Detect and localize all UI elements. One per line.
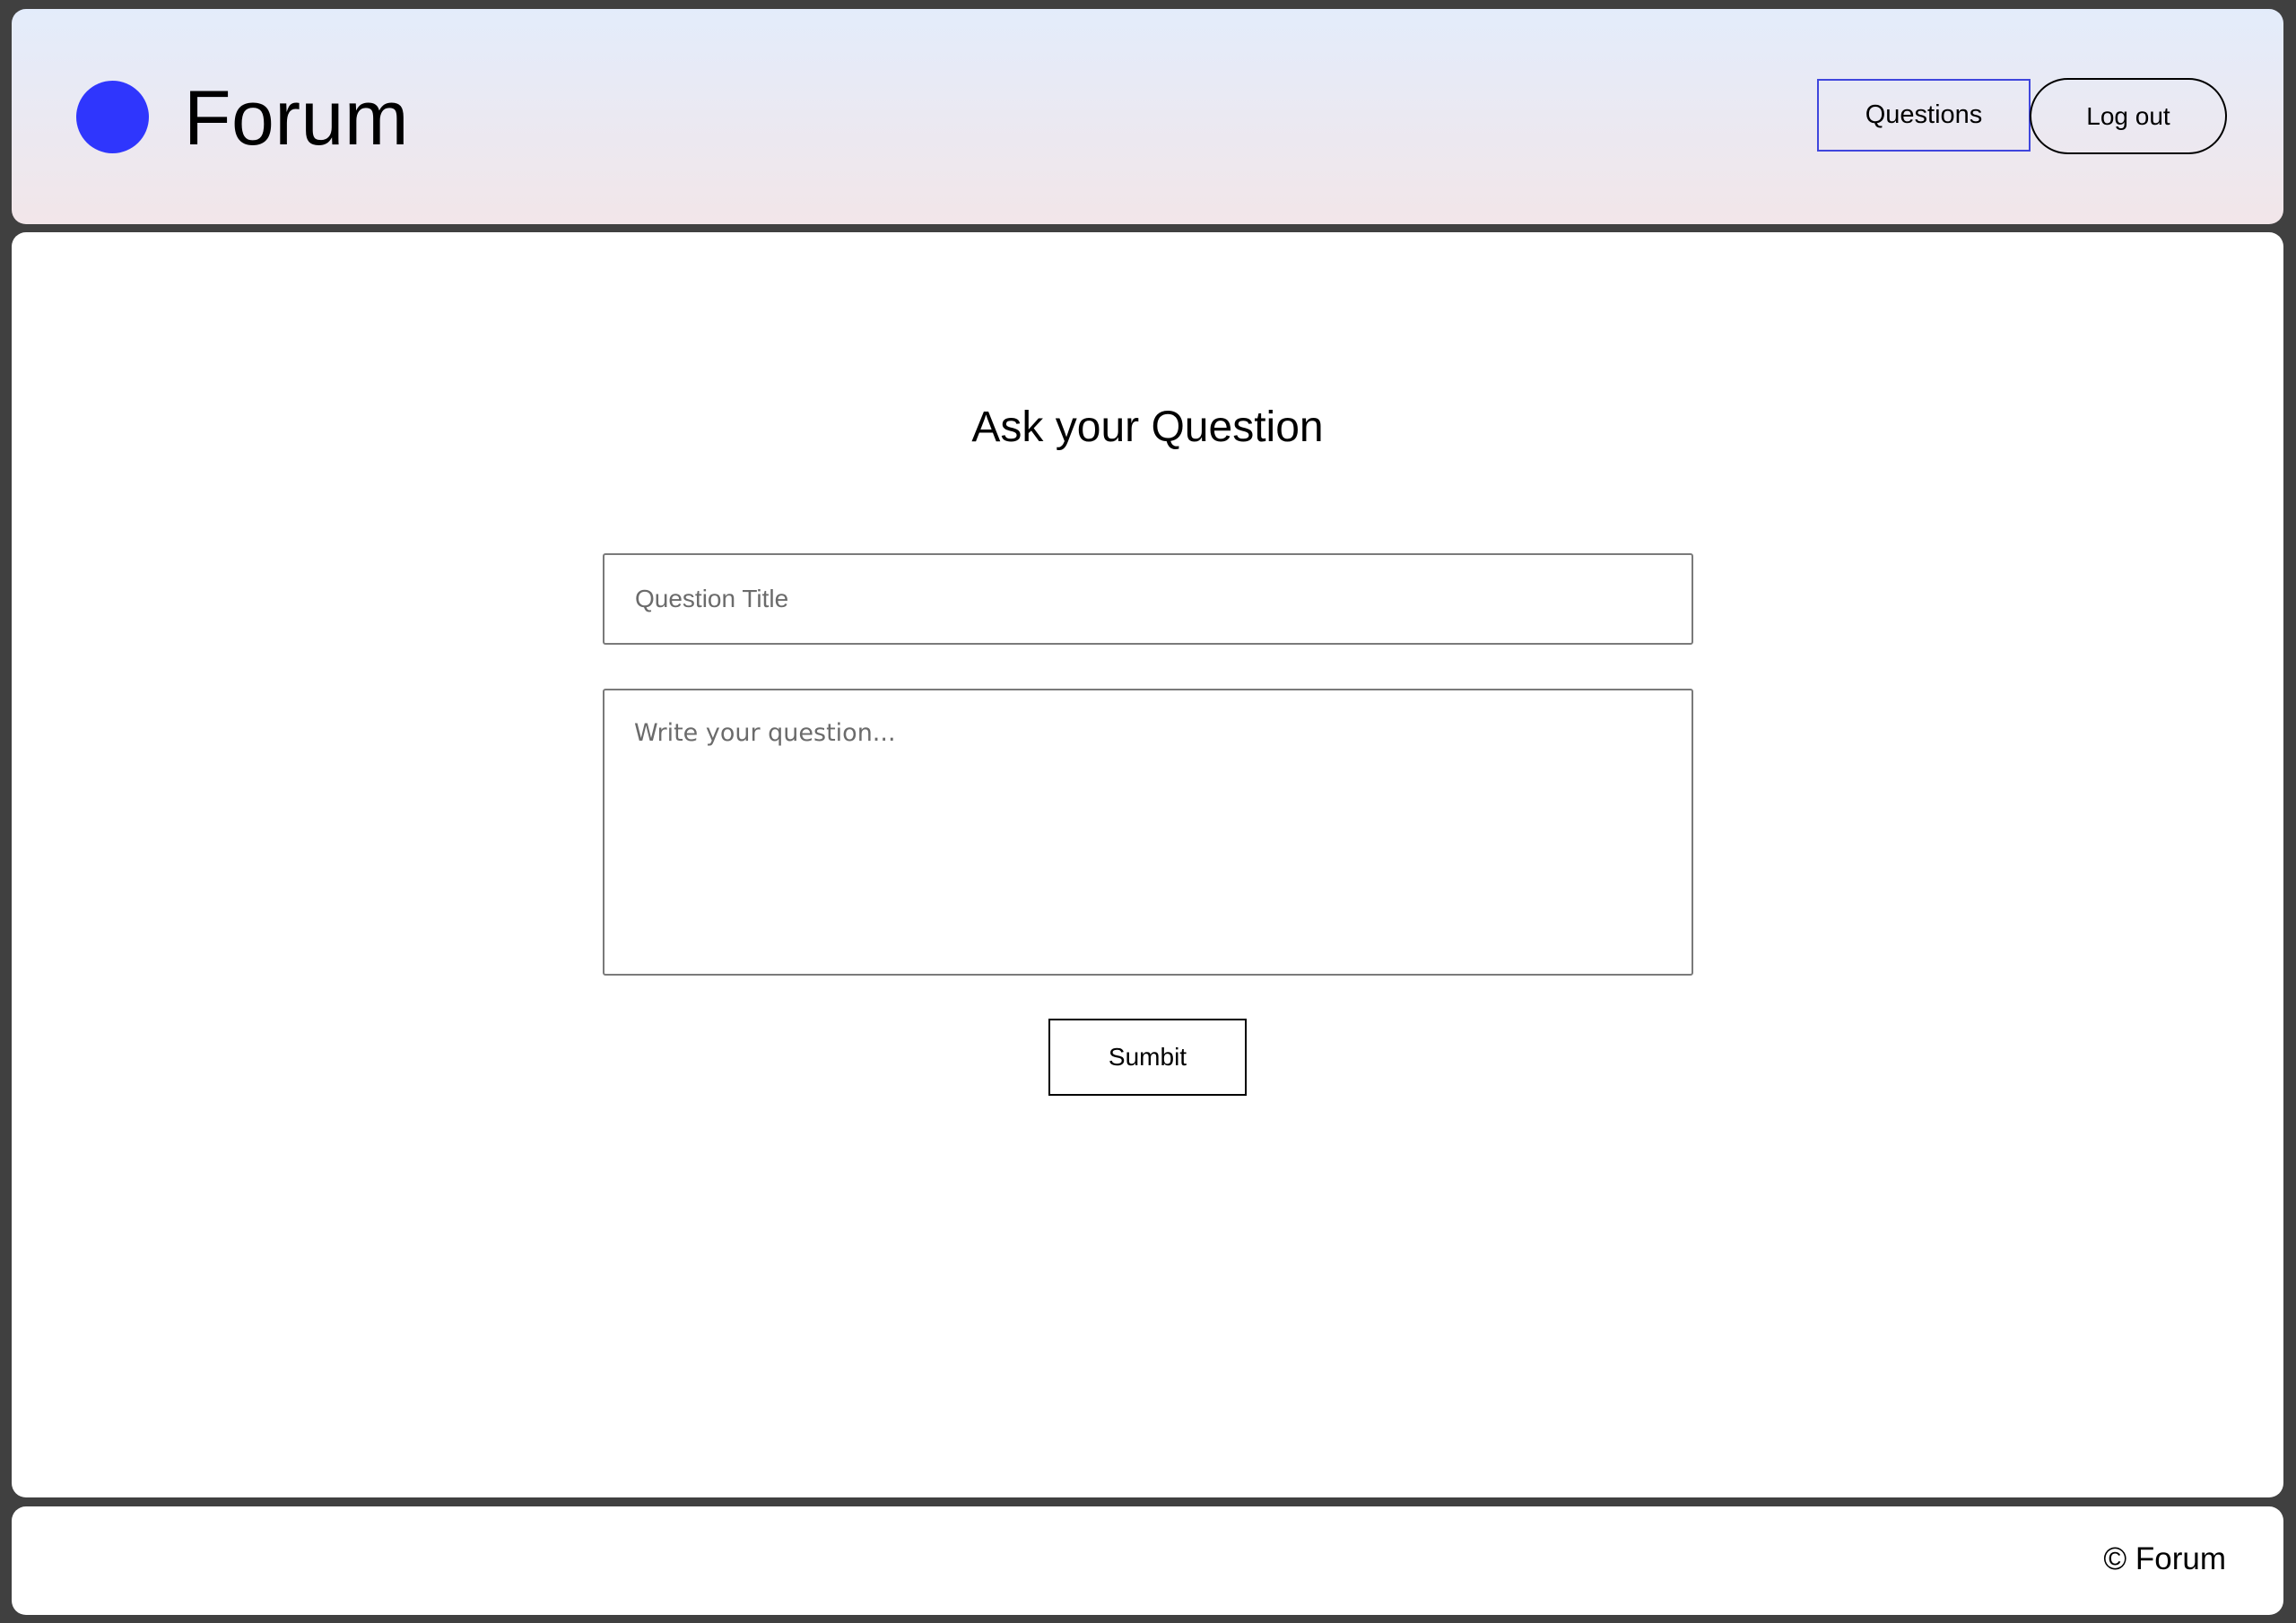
question-title-input[interactable] (603, 553, 1693, 645)
copyright-text: © Forum (2103, 1541, 2226, 1576)
logout-button[interactable]: Log out (2030, 78, 2227, 154)
question-body-textarea[interactable] (603, 689, 1693, 976)
nav-questions-button[interactable]: Questions (1817, 79, 2031, 152)
page-title: Ask your Question (971, 404, 1324, 451)
site-footer: © Forum (12, 1506, 2283, 1615)
brand-title: Forum (184, 75, 409, 161)
main-content: Ask your Question Sumbit (12, 232, 2283, 1497)
site-header: Forum Questions Log out (12, 9, 2283, 224)
logo-circle-icon (76, 81, 149, 153)
submit-button[interactable]: Sumbit (1048, 1019, 1247, 1096)
